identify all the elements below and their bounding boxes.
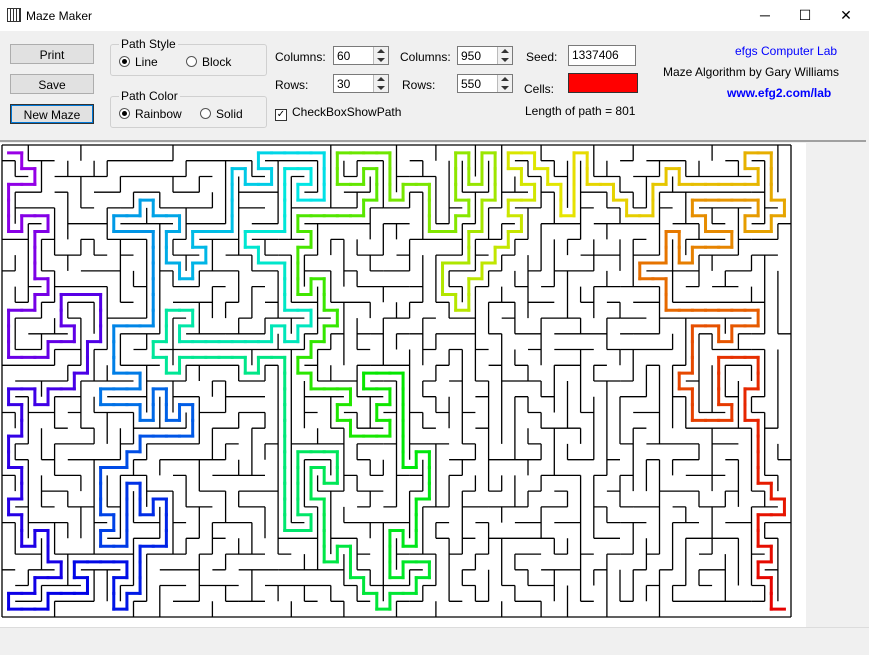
seed-label: Seed: xyxy=(526,50,558,64)
path-color-group: Path Color Rainbow Solid xyxy=(110,89,267,128)
path-style-block-radio[interactable]: Block xyxy=(186,55,231,69)
maximize-icon: ☐ xyxy=(798,7,812,23)
new-maze-button[interactable]: New Maze xyxy=(10,104,94,124)
author-credit: Maze Algorithm by Gary Williams xyxy=(663,65,840,79)
size-rows-label: Rows: xyxy=(402,78,436,92)
path-style-title: Path Style xyxy=(119,37,178,51)
grid-columns-spinner[interactable]: 60 xyxy=(333,46,389,65)
path-color-title: Path Color xyxy=(119,89,180,103)
radio-selected-icon xyxy=(119,108,130,119)
control-panel: Print Save New Maze Path Style Line Bloc… xyxy=(0,31,866,142)
close-button[interactable]: ✕ xyxy=(826,0,866,31)
size-rows-value: 550 xyxy=(461,77,482,91)
maze-drawing xyxy=(1,144,792,618)
lab-credit: efgs Computer Lab xyxy=(735,44,838,58)
minimize-icon: ─ xyxy=(760,7,770,23)
seed-input[interactable]: 1337406 xyxy=(568,45,636,66)
radio-selected-icon xyxy=(119,56,130,67)
show-path-label: CheckBoxShowPath xyxy=(292,105,402,119)
cells-label: Cells: xyxy=(524,82,555,96)
grid-rows-spinner[interactable]: 30 xyxy=(333,74,389,93)
maze-app-icon xyxy=(7,8,21,22)
lab-url-link[interactable]: www.efg2.com/lab xyxy=(727,86,831,100)
grid-columns-value: 60 xyxy=(337,49,351,63)
window-title: Maze Maker xyxy=(26,9,93,23)
spinner-arrows-icon[interactable] xyxy=(497,47,512,64)
size-columns-spinner[interactable]: 950 xyxy=(457,46,513,65)
path-style-group: Path Style Line Block xyxy=(110,37,267,76)
show-path-checkbox[interactable]: ✓ CheckBoxShowPath xyxy=(275,105,401,121)
print-button[interactable]: Print xyxy=(10,44,94,64)
path-style-line-radio[interactable]: Line xyxy=(119,55,158,69)
radio-label: Line xyxy=(135,55,158,69)
grid-rows-value: 30 xyxy=(337,77,351,91)
cells-color-swatch[interactable] xyxy=(568,73,638,93)
size-columns-value: 950 xyxy=(461,49,482,63)
path-color-rainbow-radio[interactable]: Rainbow xyxy=(119,107,182,121)
radio-label: Rainbow xyxy=(135,107,182,121)
radio-unselected-icon xyxy=(186,56,197,67)
spinner-arrows-icon[interactable] xyxy=(373,47,388,64)
spinner-arrows-icon[interactable] xyxy=(373,75,388,92)
grid-columns-label: Columns: xyxy=(275,50,326,64)
minimize-button[interactable]: ─ xyxy=(745,0,785,31)
maximize-button[interactable]: ☐ xyxy=(785,0,825,31)
grid-rows-label: Rows: xyxy=(275,78,309,92)
checkbox-checked-icon: ✓ xyxy=(275,109,287,121)
save-button[interactable]: Save xyxy=(10,74,94,94)
size-rows-spinner[interactable]: 550 xyxy=(457,74,513,93)
radio-label: Solid xyxy=(216,107,243,121)
title-bar: Maze Maker ─ ☐ ✕ xyxy=(0,0,869,31)
maze-canvas xyxy=(0,143,806,627)
path-length-text: Length of path = 801 xyxy=(525,104,636,118)
radio-unselected-icon xyxy=(200,108,211,119)
path-color-solid-radio[interactable]: Solid xyxy=(200,107,243,121)
close-icon: ✕ xyxy=(840,7,852,23)
status-bar xyxy=(0,627,869,655)
spinner-arrows-icon[interactable] xyxy=(497,75,512,92)
size-columns-label: Columns: xyxy=(400,50,451,64)
radio-label: Block xyxy=(202,55,232,69)
